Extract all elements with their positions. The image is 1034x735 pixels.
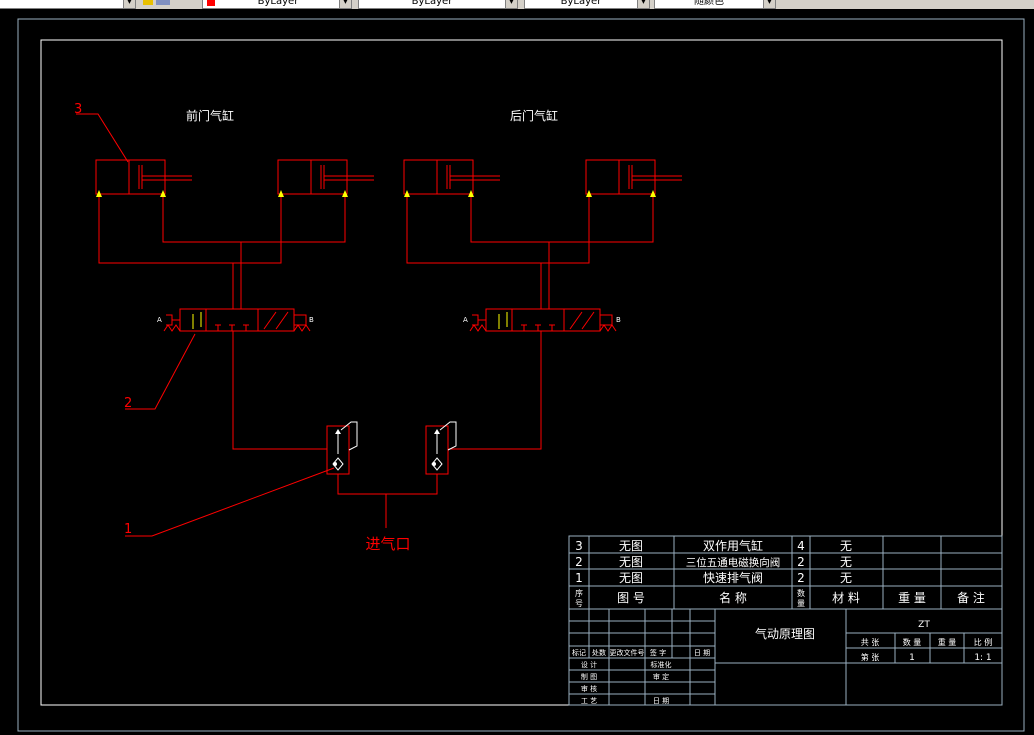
info-header-weight: 重 量: [938, 637, 957, 647]
rev-header-file: 更改文件号: [610, 648, 645, 657]
sign-standard: 标准化: [651, 660, 672, 669]
callout-3: 3: [74, 102, 82, 117]
part-1-no: 1: [575, 571, 583, 585]
header-no-bottom: 号: [575, 599, 583, 608]
rev-header-date: 日 期: [694, 649, 710, 657]
part-2-name: 三位五通电磁换向阀: [686, 556, 781, 569]
rear-cylinder-label: 后门气缸: [510, 108, 558, 123]
header-material: 材 料: [832, 591, 860, 605]
inlet-pipe: [337, 474, 438, 528]
part-3-name: 双作用气缸: [703, 538, 763, 553]
header-qty-bottom: 量: [797, 599, 805, 608]
inlet-label: 进气口: [365, 535, 410, 553]
part-3-qty: 4: [797, 539, 805, 553]
part-1-qty: 2: [797, 571, 805, 585]
sign-process: 工 艺: [581, 697, 597, 705]
info-header-scale: 比 例: [974, 637, 993, 647]
sign-date: 日 期: [653, 697, 669, 705]
part-2-drawing-no: 无图: [619, 555, 643, 569]
part-1-material: 无: [840, 571, 852, 585]
drawing-title: 气动原理图: [755, 626, 815, 641]
part-1-drawing-no: 无图: [619, 571, 643, 585]
part-3-material: 无: [840, 539, 852, 553]
drawing-frame: [40, 39, 1003, 706]
part-3-drawing-no: 无图: [619, 539, 643, 553]
cylinder-2: [277, 159, 375, 198]
header-remark: 备 注: [957, 590, 985, 605]
part-2-material: 无: [840, 555, 852, 569]
part-2-qty: 2: [797, 555, 805, 569]
valve-right-port-a: A: [463, 316, 468, 324]
valve-left-port-b: B: [309, 316, 314, 324]
part-3-no: 3: [575, 539, 583, 553]
cylinder-4: [585, 159, 683, 198]
sheet-border: [17, 18, 1025, 732]
rev-header-mark: 标记: [572, 648, 586, 657]
solenoid-valve-right: [469, 308, 617, 332]
info-header-qty: 数 量: [903, 637, 922, 647]
sign-check: 审 核: [581, 684, 597, 693]
rev-header-sign: 签 字: [650, 648, 666, 657]
part-2-no: 2: [575, 555, 583, 569]
info-header-total: 共 张: [861, 638, 880, 647]
solenoid-valve-left: [163, 308, 311, 332]
sign-draw: 制 图: [581, 672, 597, 681]
front-cylinder-label: 前门气缸: [186, 108, 234, 123]
header-name: 名 称: [719, 590, 747, 605]
cylinder-3: [403, 159, 501, 198]
valve-left-port-a: A: [157, 316, 162, 324]
header-no-top: 序: [575, 588, 583, 598]
header-qty-top: 数: [797, 588, 805, 598]
drawing-canvas[interactable]: 前门气缸 后门气缸 A B A B 进气口 3 2 1 3 无图 双作用气缸 4…: [0, 0, 1034, 735]
callout-1: 1: [124, 522, 132, 537]
quick-exhaust-valve-left: [326, 421, 358, 475]
quick-exhaust-valve-right: [425, 421, 457, 475]
rev-header-count: 处数: [592, 648, 606, 657]
valve-right-port-b: B: [616, 316, 621, 324]
sign-design: 设 计: [581, 660, 597, 669]
info-value-qty: 1: [909, 653, 915, 663]
header-weight: 重 量: [898, 591, 926, 605]
info-value-scale: 1: 1: [974, 653, 991, 663]
info-value-sheet: 第 张: [861, 652, 880, 662]
header-drawing-no: 图 号: [617, 591, 645, 605]
callout-2: 2: [124, 396, 132, 411]
cylinder-1: [95, 159, 193, 198]
company-name: ZT: [918, 620, 930, 630]
sign-approve: 审 定: [653, 672, 669, 681]
part-1-name: 快速排气阀: [703, 570, 763, 585]
